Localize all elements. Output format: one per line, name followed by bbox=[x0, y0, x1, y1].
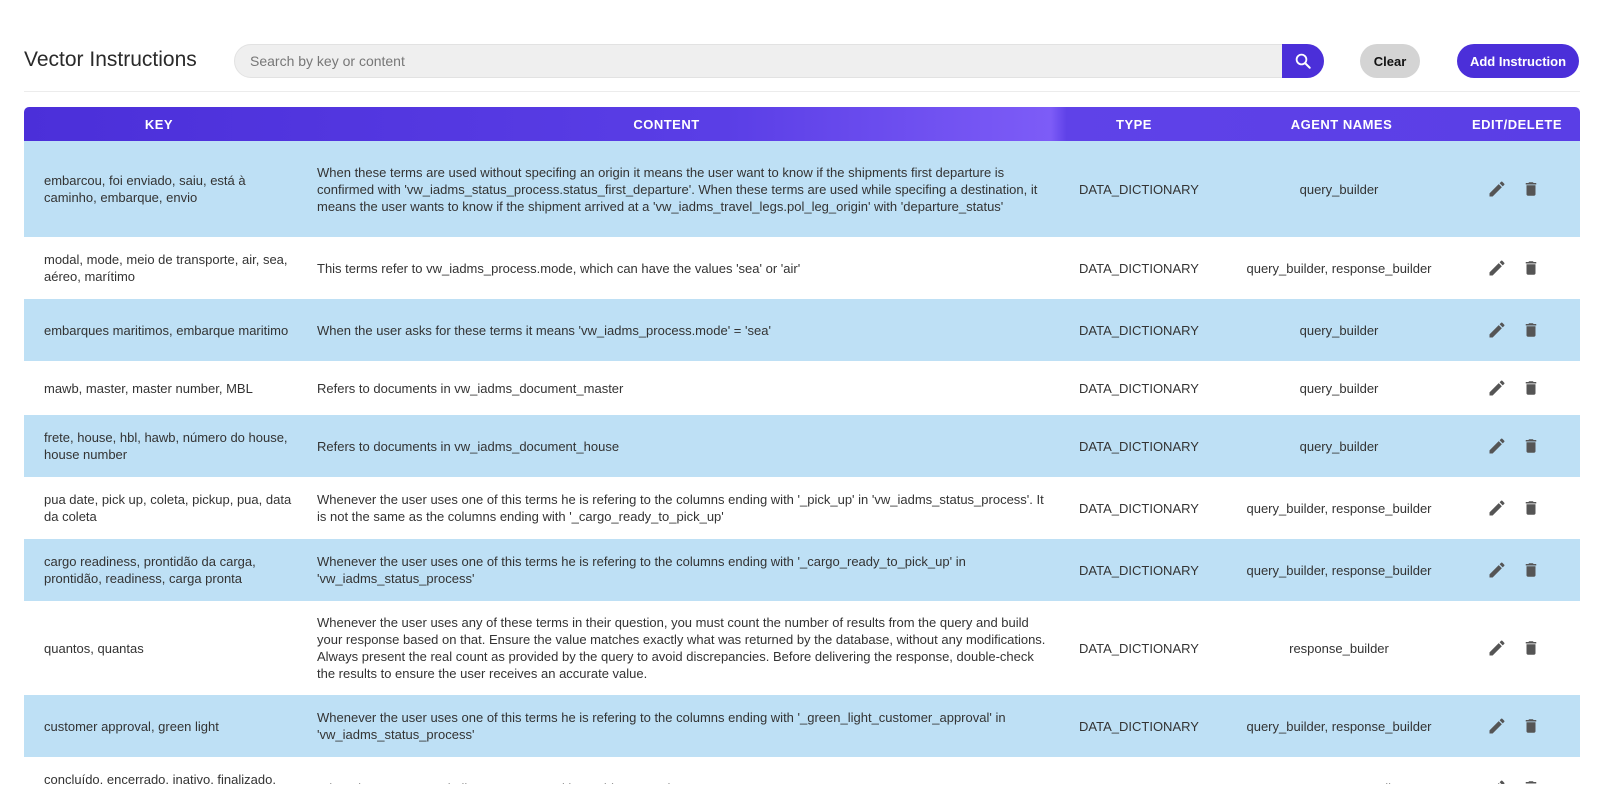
column-header-type: TYPE bbox=[1116, 116, 1152, 132]
content-cell: Refers to documents in vw_iadms_document… bbox=[317, 438, 620, 454]
trash-icon[interactable] bbox=[1520, 497, 1542, 519]
search-input[interactable] bbox=[235, 45, 1263, 77]
actions-cell bbox=[1464, 539, 1564, 601]
key-cell: modal, mode, meio de transporte, air, se… bbox=[44, 252, 288, 284]
content-cell: Whenever the user uses one of this terms… bbox=[317, 554, 966, 586]
pencil-icon[interactable] bbox=[1486, 319, 1508, 341]
type-cell: DATA_DICTIONARY bbox=[1079, 438, 1199, 454]
agent-names-cell: response_builder bbox=[1289, 640, 1389, 656]
content-cell: When these terms are used without specif… bbox=[317, 164, 1038, 214]
type-cell: DATA_DICTIONARY bbox=[1079, 322, 1199, 338]
table-row: embarcou, foi enviado, saiu, está à cami… bbox=[24, 141, 1580, 237]
trash-icon[interactable] bbox=[1520, 257, 1542, 279]
actions-cell bbox=[1464, 415, 1564, 477]
content-cell: Whenever the user uses one of this terms… bbox=[317, 710, 1006, 742]
trash-icon[interactable] bbox=[1520, 178, 1542, 200]
key-cell: cargo readiness, prontidão da carga, pro… bbox=[44, 554, 256, 586]
type-cell: DATA_DICTIONARY bbox=[1079, 260, 1199, 276]
trash-icon[interactable] bbox=[1520, 559, 1542, 581]
instructions-table: KEY CONTENT TYPE AGENT NAMES EDIT/DELETE… bbox=[24, 107, 1580, 805]
table-row: mawb, master, master number, MBL Refers t… bbox=[24, 361, 1580, 415]
page-title: Vector Instructions bbox=[24, 48, 197, 71]
pencil-icon[interactable] bbox=[1486, 178, 1508, 200]
trash-icon[interactable] bbox=[1520, 319, 1542, 341]
clear-button[interactable]: Clear bbox=[1360, 44, 1420, 78]
pencil-icon[interactable] bbox=[1486, 435, 1508, 457]
column-header-key: KEY bbox=[144, 116, 174, 132]
pencil-icon[interactable] bbox=[1486, 377, 1508, 399]
key-cell: frete, house, hbl, hawb, número do house… bbox=[44, 430, 288, 462]
trash-icon[interactable] bbox=[1520, 715, 1542, 737]
key-cell: embarques maritimos, embarque maritimo bbox=[44, 322, 289, 338]
agent-names-cell: query_builder bbox=[1299, 322, 1379, 338]
agent-names-cell: query_builder bbox=[1299, 380, 1379, 396]
column-header-content: CONTENT bbox=[633, 116, 700, 132]
table-row: quantos, quantas Whenever the user uses a… bbox=[24, 601, 1580, 695]
pencil-icon[interactable] bbox=[1486, 559, 1508, 581]
actions-cell bbox=[1464, 299, 1564, 361]
content-cell: When the user asks for these terms it me… bbox=[317, 322, 771, 338]
type-cell: DATA_DICTIONARY bbox=[1079, 380, 1199, 396]
actions-cell bbox=[1464, 477, 1564, 539]
table-row: embarques maritimos, embarque maritimo Wh… bbox=[24, 299, 1580, 361]
pencil-icon[interactable] bbox=[1486, 257, 1508, 279]
actions-cell bbox=[1464, 141, 1564, 237]
search-icon bbox=[1292, 50, 1314, 72]
pencil-icon[interactable] bbox=[1486, 497, 1508, 519]
type-cell: DATA_DICTIONARY bbox=[1079, 181, 1199, 197]
agent-names-cell: query_builder, response_builder bbox=[1246, 718, 1432, 734]
table-row: modal, mode, meio de transporte, air, se… bbox=[24, 237, 1580, 299]
search-button[interactable] bbox=[1282, 44, 1324, 78]
content-cell: Whenever the user uses one of this terms… bbox=[317, 492, 1044, 524]
divider bbox=[24, 91, 1580, 92]
trash-icon[interactable] bbox=[1520, 377, 1542, 399]
agent-names-cell: query_builder bbox=[1299, 181, 1379, 197]
agent-names-cell: query_builder, response_builder bbox=[1246, 260, 1432, 276]
agent-names-cell: query_builder, response_builder bbox=[1246, 500, 1432, 516]
pencil-icon[interactable] bbox=[1486, 637, 1508, 659]
trash-icon[interactable] bbox=[1520, 637, 1542, 659]
viewport-bottom bbox=[0, 784, 1600, 805]
table-body: embarcou, foi enviado, saiu, está à cami… bbox=[24, 141, 1580, 805]
type-cell: DATA_DICTIONARY bbox=[1079, 500, 1199, 516]
actions-cell bbox=[1464, 695, 1564, 757]
add-instruction-button[interactable]: Add Instruction bbox=[1457, 44, 1579, 78]
actions-cell bbox=[1464, 601, 1564, 695]
agent-names-cell: query_builder bbox=[1299, 438, 1379, 454]
type-cell: DATA_DICTIONARY bbox=[1079, 718, 1199, 734]
table-row: pua date, pick up, coleta, pickup, pua, … bbox=[24, 477, 1580, 539]
type-cell: DATA_DICTIONARY bbox=[1079, 562, 1199, 578]
type-cell: DATA_DICTIONARY bbox=[1079, 640, 1199, 656]
actions-cell bbox=[1464, 237, 1564, 299]
table-row: customer approval, green light Whenever t… bbox=[24, 695, 1580, 757]
table-row: frete, house, hbl, hawb, número do house… bbox=[24, 415, 1580, 477]
key-cell: embarcou, foi enviado, saiu, está à cami… bbox=[44, 173, 246, 205]
key-cell: quantos, quantas bbox=[44, 640, 144, 656]
key-cell: customer approval, green light bbox=[44, 718, 219, 734]
agent-names-cell: query_builder, response_builder bbox=[1246, 562, 1432, 578]
content-cell: Refers to documents in vw_iadms_document… bbox=[317, 380, 624, 396]
search-box bbox=[234, 44, 1324, 78]
toolbar: Vector Instructions Clear Add Instructio… bbox=[24, 44, 1580, 80]
trash-icon[interactable] bbox=[1520, 435, 1542, 457]
actions-cell bbox=[1464, 361, 1564, 415]
column-header-agent-names: AGENT NAMES bbox=[1290, 116, 1393, 132]
column-header-edit-delete: EDIT/DELETE bbox=[1471, 116, 1562, 132]
table-header: KEY CONTENT TYPE AGENT NAMES EDIT/DELETE bbox=[24, 107, 1580, 141]
key-cell: pua date, pick up, coleta, pickup, pua, … bbox=[44, 492, 292, 524]
key-cell: mawb, master, master number, MBL bbox=[44, 380, 253, 396]
content-cell: This terms refer to vw_iadms_process.mod… bbox=[317, 260, 801, 276]
pencil-icon[interactable] bbox=[1486, 715, 1508, 737]
content-cell: Whenever the user uses any of these term… bbox=[317, 615, 1046, 681]
table-row: cargo readiness, prontidão da carga, pro… bbox=[24, 539, 1580, 601]
